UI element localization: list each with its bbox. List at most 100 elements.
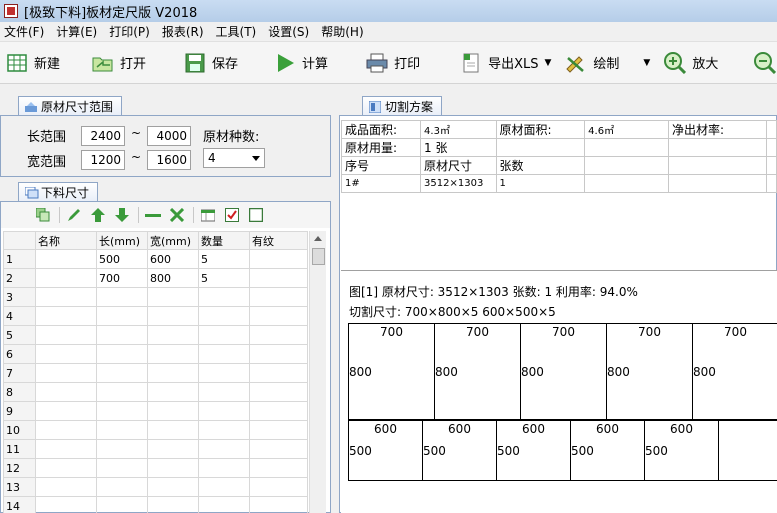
table-row[interactable]: 9 xyxy=(3,401,308,421)
cell-length[interactable] xyxy=(96,420,148,440)
cell-name[interactable] xyxy=(35,477,97,497)
cell-width[interactable] xyxy=(147,420,199,440)
cell-grain[interactable] xyxy=(249,477,308,497)
table-row[interactable]: 6 xyxy=(3,344,308,364)
cell-qty[interactable] xyxy=(198,420,250,440)
cell-length[interactable] xyxy=(96,439,148,459)
cell-width[interactable]: 800 xyxy=(147,268,199,288)
menu-settings[interactable]: 设置(S) xyxy=(268,23,309,40)
cell-grain[interactable] xyxy=(249,249,308,269)
cell-qty[interactable] xyxy=(198,325,250,345)
cell-qty[interactable] xyxy=(198,458,250,478)
table-row[interactable]: 4 xyxy=(3,306,308,326)
cell-qty[interactable] xyxy=(198,477,250,497)
cell-name[interactable] xyxy=(35,344,97,364)
cell-name[interactable] xyxy=(35,306,97,326)
width-max-input[interactable] xyxy=(147,150,191,170)
table-row[interactable]: 8 xyxy=(3,382,308,402)
col-name-header[interactable]: 名称 xyxy=(35,231,97,250)
cell-grain[interactable] xyxy=(249,306,308,326)
check-all-icon[interactable] xyxy=(224,207,240,223)
cell-qty[interactable] xyxy=(198,287,250,307)
cell-width[interactable] xyxy=(147,382,199,402)
cell-name[interactable] xyxy=(35,420,97,440)
cell-qty[interactable] xyxy=(198,496,250,513)
cell-qty[interactable] xyxy=(198,439,250,459)
calculate-button[interactable]: 计算 xyxy=(268,46,334,80)
cell-width[interactable] xyxy=(147,306,199,326)
table-icon[interactable] xyxy=(200,207,216,223)
tab-cutting-plan[interactable]: 切割方案 xyxy=(362,96,443,116)
export-dropdown-icon[interactable]: ▼ xyxy=(544,58,551,68)
scroll-up-icon[interactable] xyxy=(314,236,322,241)
table-row[interactable]: 11 xyxy=(3,439,308,459)
cell-length[interactable]: 700 xyxy=(96,268,148,288)
table-row[interactable]: 14 xyxy=(3,496,308,513)
cell-qty[interactable]: 5 xyxy=(198,268,250,288)
grid-scrollbar[interactable] xyxy=(309,231,326,513)
cell-qty[interactable] xyxy=(198,382,250,402)
cell-width[interactable] xyxy=(147,458,199,478)
tab-raw-size-range[interactable]: 原材尺寸范围 xyxy=(18,96,123,116)
cell-length[interactable] xyxy=(96,401,148,421)
cell-length[interactable] xyxy=(96,458,148,478)
cell-length[interactable] xyxy=(96,344,148,364)
cell-width[interactable] xyxy=(147,439,199,459)
tab-cut-sizes[interactable]: 下料尺寸 xyxy=(18,182,99,202)
cell-name[interactable] xyxy=(35,439,97,459)
cell-qty[interactable] xyxy=(198,306,250,326)
cell-name[interactable] xyxy=(35,401,97,421)
cell-length[interactable] xyxy=(96,382,148,402)
col-qty-header[interactable]: 数量 xyxy=(198,231,250,250)
cell-name[interactable] xyxy=(35,363,97,383)
table-row[interactable]: 5 xyxy=(3,325,308,345)
cell-length[interactable] xyxy=(96,496,148,513)
cell-name[interactable] xyxy=(35,382,97,402)
cell-qty[interactable] xyxy=(198,401,250,421)
length-max-input[interactable] xyxy=(147,126,191,146)
cell-length[interactable] xyxy=(96,477,148,497)
cell-grain[interactable] xyxy=(249,325,308,345)
new-button[interactable]: 新建 xyxy=(0,46,66,80)
table-row[interactable]: 2 700 800 5 xyxy=(3,268,308,288)
menu-calc[interactable]: 计算(E) xyxy=(56,23,97,40)
draw-dropdown-icon[interactable]: ▼ xyxy=(643,58,650,68)
menu-report[interactable]: 报表(R) xyxy=(162,23,204,40)
cell-qty[interactable] xyxy=(198,363,250,383)
cell-grain[interactable] xyxy=(249,287,308,307)
length-min-input[interactable] xyxy=(81,126,125,146)
scroll-thumb[interactable] xyxy=(312,248,325,265)
cell-qty[interactable] xyxy=(198,344,250,364)
menu-file[interactable]: 文件(F) xyxy=(4,23,44,40)
export-xls-button[interactable]: 导出XLS ▼ xyxy=(454,46,557,80)
move-down-icon[interactable] xyxy=(114,207,130,223)
width-min-input[interactable] xyxy=(81,150,125,170)
menu-help[interactable]: 帮助(H) xyxy=(321,23,363,40)
cell-name[interactable] xyxy=(35,496,97,513)
cell-grain[interactable] xyxy=(249,363,308,383)
cell-length[interactable]: 500 xyxy=(96,249,148,269)
menu-print[interactable]: 打印(P) xyxy=(109,23,150,40)
cell-qty[interactable]: 5 xyxy=(198,249,250,269)
uncheck-all-icon[interactable] xyxy=(248,207,264,223)
plan-row[interactable]: 1# 3512×1303 1 xyxy=(340,174,777,193)
cutting-diagram[interactable]: 图[1] 原材尺寸: 3512×1303 张数: 1 利用率: 94.0% 切割… xyxy=(341,270,777,513)
cell-name[interactable] xyxy=(35,458,97,478)
cell-grain[interactable] xyxy=(249,401,308,421)
draw-button[interactable]: 绘制 ▼ xyxy=(559,46,656,80)
table-row[interactable]: 12 xyxy=(3,458,308,478)
cell-width[interactable] xyxy=(147,401,199,421)
table-row[interactable]: 1 500 600 5 xyxy=(3,249,308,269)
cell-grain[interactable] xyxy=(249,382,308,402)
cell-length[interactable] xyxy=(96,306,148,326)
open-button[interactable]: 打开 xyxy=(86,46,152,80)
copy-row-icon[interactable] xyxy=(35,207,51,223)
zoom-out-button[interactable]: 缩小 xyxy=(748,46,777,80)
cell-name[interactable] xyxy=(35,325,97,345)
table-row[interactable]: 13 xyxy=(3,477,308,497)
edit-pencil-icon[interactable] xyxy=(66,207,82,223)
cell-width[interactable] xyxy=(147,287,199,307)
remove-row-icon[interactable] xyxy=(145,207,161,223)
move-up-icon[interactable] xyxy=(90,207,106,223)
raw-kinds-select[interactable]: 4 xyxy=(203,148,265,168)
